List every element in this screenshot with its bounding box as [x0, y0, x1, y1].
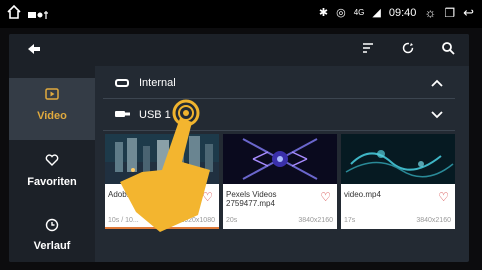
sidebar-item-video[interactable]: Video: [9, 78, 95, 140]
video-title: Pexels Videos 2759477.mp4: [226, 190, 277, 208]
signal-icon: ◢: [372, 7, 381, 19]
video-thumbnail[interactable]: [223, 134, 337, 184]
heart-icon: [9, 154, 95, 170]
chevron-up-icon[interactable]: [425, 76, 449, 90]
video-title: Adob... 37.m...: [108, 190, 161, 199]
usb-icon: [115, 110, 131, 121]
status-bar: ✱ ◎ 4G ◢ 09:40 ☼ ❐ ↩: [0, 0, 482, 28]
clock-icon: [9, 218, 95, 236]
bluetooth-icon: ✱: [318, 7, 329, 19]
sidebar-item-label: Video: [37, 110, 67, 122]
refresh-icon[interactable]: [399, 40, 417, 60]
source-label: USB 1: [139, 109, 171, 121]
recent-apps-icon[interactable]: ❐: [444, 3, 455, 23]
video-resolution: 1920x1080: [180, 217, 215, 224]
sidebar: Video Favoriten Verlauf: [9, 66, 95, 262]
video-card[interactable]: Pexels Videos 2759477.mp4 ♡ 20s 3840x216…: [223, 134, 337, 229]
sidebar-item-label: Verlauf: [33, 240, 71, 252]
video-grid: Adob... 37.m... ♡ 10s / 10... 1920x1080: [105, 134, 455, 229]
clock-time: 09:40: [388, 7, 417, 19]
video-resolution: 3840x2160: [298, 217, 333, 224]
video-duration: 10s / 10...: [108, 217, 139, 224]
location-icon: ◎: [336, 7, 346, 19]
app-toolbar: [9, 34, 469, 66]
heart-icon[interactable]: ♡: [320, 190, 331, 204]
video-player-app: Video Favoriten Verlauf Internal USB 1 A…: [9, 34, 469, 262]
source-usb1[interactable]: USB 1: [103, 100, 455, 131]
return-icon[interactable]: ↩: [463, 3, 474, 23]
network-label: 4G: [353, 8, 365, 17]
video-thumbnail[interactable]: [341, 134, 455, 184]
chevron-down-icon[interactable]: [425, 108, 449, 122]
video-card[interactable]: Adob... 37.m... ♡ 10s / 10... 1920x1080: [105, 134, 219, 229]
video-card[interactable]: video.mp4 ♡ 17s 3840x2160: [341, 134, 455, 229]
playback-progress: [105, 227, 219, 229]
sidebar-item-label: Favoriten: [27, 176, 77, 188]
sidebar-item-verlauf[interactable]: Verlauf: [9, 208, 95, 262]
video-resolution: 3840x2160: [416, 217, 451, 224]
brightness-icon[interactable]: ☼: [424, 3, 436, 23]
video-title: video.mp4: [344, 190, 381, 199]
drive-icon: [115, 79, 129, 87]
source-internal[interactable]: Internal: [103, 68, 455, 99]
home-icon[interactable]: [6, 4, 22, 20]
search-icon[interactable]: [439, 40, 457, 60]
video-icon: [9, 88, 95, 104]
heart-icon[interactable]: ♡: [438, 190, 449, 204]
heart-icon[interactable]: ♡: [202, 190, 213, 204]
sidebar-item-favoriten[interactable]: Favoriten: [9, 144, 95, 206]
back-arrow-icon[interactable]: [23, 40, 45, 60]
notification-icons: [28, 7, 52, 19]
source-label: Internal: [139, 77, 176, 89]
content-area: Internal USB 1 Adob... 37.m... ♡ 10s / 1…: [95, 66, 469, 262]
sort-icon[interactable]: [359, 40, 377, 60]
video-duration: 17s: [344, 217, 356, 224]
video-thumbnail[interactable]: [105, 134, 219, 184]
video-duration: 20s: [226, 217, 238, 224]
